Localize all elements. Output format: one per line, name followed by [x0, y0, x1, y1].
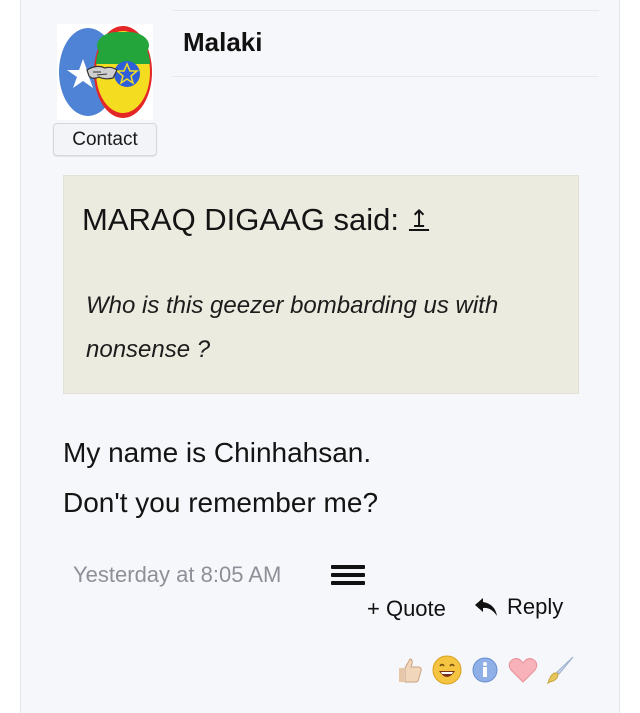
thumbs-up-icon[interactable]: [393, 654, 425, 686]
message-line: Don't you remember me?: [63, 487, 379, 518]
quote-block: MARAQ DIGAAG said: ↥ Who is this geezer …: [63, 175, 579, 394]
quote-author: MARAQ DIGAAG said:: [82, 202, 399, 237]
info-icon[interactable]: [469, 654, 501, 686]
heart-icon[interactable]: [507, 654, 539, 686]
message-post: Contact Malaki MARAQ DIGAAG said: ↥ Who …: [20, 0, 620, 713]
message-line: My name is Chinhahsan.: [63, 437, 372, 468]
message-body: My name is Chinhahsan. Don't you remembe…: [63, 428, 583, 528]
brush-icon[interactable]: [545, 654, 577, 686]
reply-button[interactable]: Reply: [473, 594, 563, 620]
reply-icon: [475, 598, 497, 616]
quote-button[interactable]: + Quote: [367, 596, 446, 622]
avatar-image: [57, 24, 153, 120]
reply-label: Reply: [507, 594, 564, 619]
quote-attribution: MARAQ DIGAAG said: ↥: [82, 202, 429, 238]
jump-to-quote-icon[interactable]: ↥: [409, 208, 429, 232]
username[interactable]: Malaki: [183, 27, 263, 58]
quote-text: Who is this geezer bombarding us with no…: [86, 292, 499, 363]
divider: [173, 76, 599, 77]
post-timestamp[interactable]: Yesterday at 8:05 AM: [73, 562, 281, 588]
contact-button[interactable]: Contact: [53, 123, 157, 156]
laughing-icon[interactable]: [431, 654, 463, 686]
user-avatar[interactable]: [57, 24, 153, 120]
divider: [173, 10, 599, 11]
reaction-bar: [393, 654, 577, 686]
hamburger-menu-icon[interactable]: [331, 565, 365, 587]
